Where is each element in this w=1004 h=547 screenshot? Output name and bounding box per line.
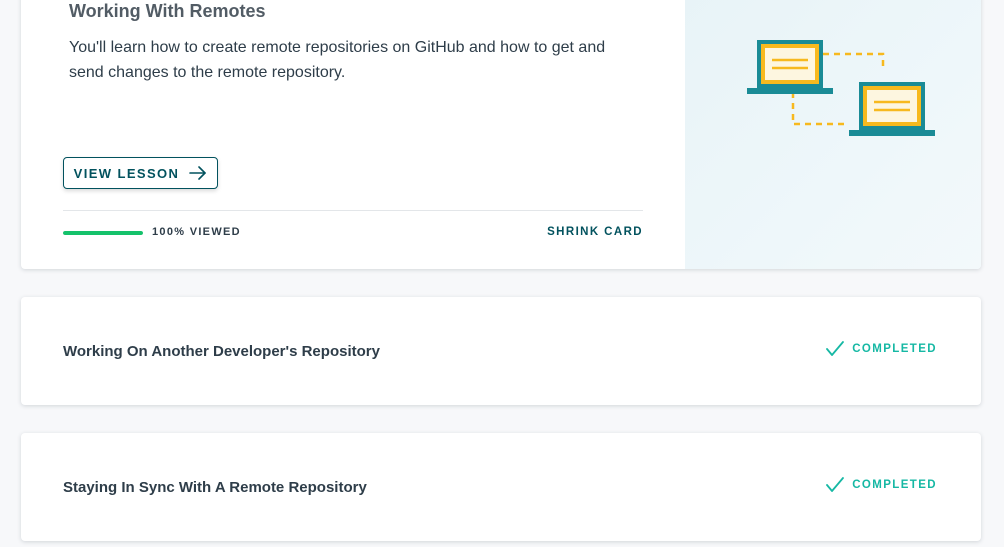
- arrow-right-icon: [189, 166, 207, 180]
- lesson-title: Staying In Sync With A Remote Repository: [63, 479, 367, 496]
- lesson-card-content: Working With Remotes You'll learn how to…: [21, 0, 685, 269]
- progress-bar: [63, 231, 143, 235]
- shrink-card-link[interactable]: SHRINK CARD: [547, 226, 643, 238]
- view-lesson-button[interactable]: VIEW LESSON: [63, 157, 218, 189]
- lesson-title: Working On Another Developer's Repositor…: [63, 343, 380, 360]
- lesson-card[interactable]: Working On Another Developer's Repositor…: [21, 297, 981, 405]
- status-badge: COMPLETED: [826, 341, 937, 357]
- progress-label: 100% VIEWED: [152, 226, 241, 238]
- status-label: COMPLETED: [852, 343, 937, 355]
- two-laptops-connected-icon: [747, 40, 935, 136]
- status-badge: COMPLETED: [826, 477, 937, 493]
- progress-bar-fill: [63, 231, 143, 235]
- checkmark-icon: [826, 341, 845, 357]
- divider: [63, 210, 643, 211]
- lesson-card-expanded: Working With Remotes You'll learn how to…: [21, 0, 981, 269]
- view-lesson-label: VIEW LESSON: [73, 165, 180, 181]
- lesson-card[interactable]: Staying In Sync With A Remote Repository…: [21, 433, 981, 541]
- lesson-illustration-panel: [685, 0, 981, 269]
- lesson-title: Working With Remotes: [69, 1, 266, 21]
- lesson-description: You'll learn how to create remote reposi…: [69, 39, 606, 81]
- checkmark-icon: [826, 477, 845, 493]
- status-label: COMPLETED: [852, 479, 937, 491]
